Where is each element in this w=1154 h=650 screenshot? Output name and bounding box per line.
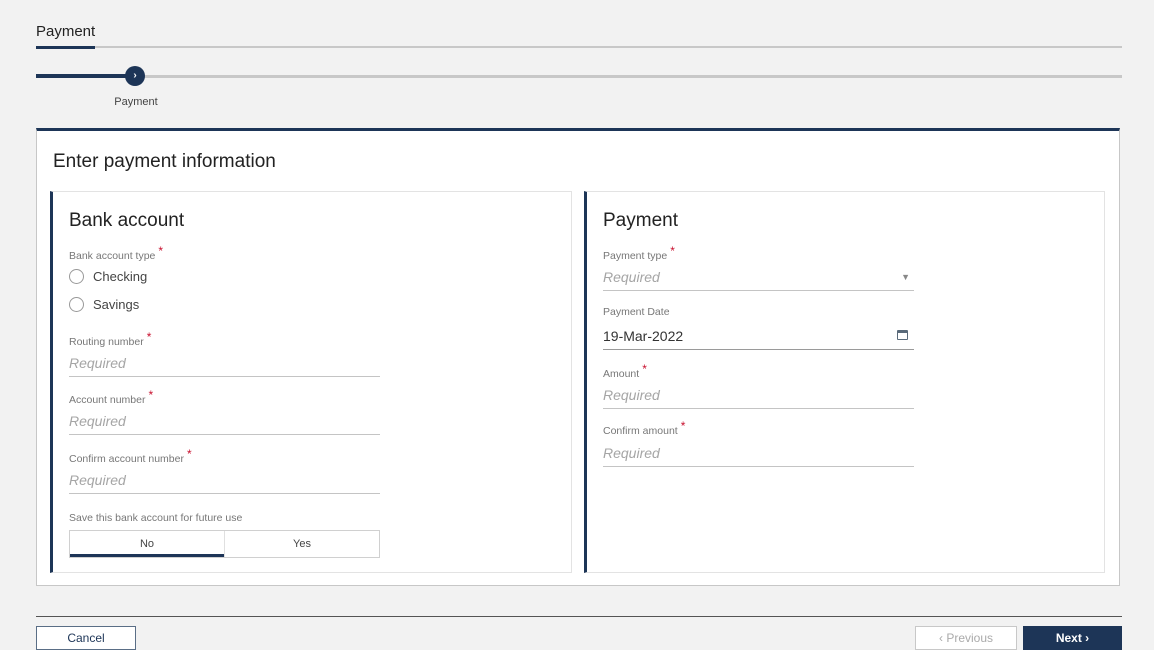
confirm-amount-label: Confirm amount *	[603, 419, 685, 437]
footer-divider	[36, 616, 1122, 617]
required-marker: *	[670, 244, 675, 258]
payment-type-value: Required	[603, 269, 660, 285]
amount-input[interactable]	[603, 382, 914, 409]
required-marker: *	[642, 362, 647, 376]
save-no-option[interactable]: No	[70, 531, 224, 557]
payment-type-select[interactable]: Required ▼	[603, 264, 914, 291]
card-title: Enter payment information	[53, 151, 276, 172]
required-marker: *	[158, 244, 164, 258]
amount-text: Amount	[603, 368, 640, 380]
payment-card: Enter payment information Bank account B…	[36, 128, 1120, 586]
bank-account-title: Bank account	[69, 210, 185, 231]
payment-date-label: Payment Date	[603, 306, 670, 318]
save-account-label: Save this bank account for future use	[69, 512, 243, 524]
bank-account-type-label: Bank account type *	[69, 244, 163, 262]
step-payment-node[interactable]: ›	[125, 66, 145, 86]
payment-title: Payment	[603, 210, 678, 231]
calendar-icon[interactable]	[897, 330, 908, 340]
amount-label: Amount *	[603, 362, 647, 380]
page-tabs: Payment	[36, 20, 1122, 49]
previous-button[interactable]: ‹ Previous	[915, 626, 1017, 650]
radio-circle-icon[interactable]	[69, 269, 84, 284]
required-marker: *	[680, 419, 686, 433]
confirm-amount-input[interactable]	[603, 440, 914, 467]
progress-stepper: › Payment	[36, 66, 1122, 116]
tab-payment[interactable]: Payment	[36, 23, 96, 49]
confirm-amount-text: Confirm amount	[603, 425, 678, 437]
account-number-label: Account number *	[69, 388, 153, 406]
next-button[interactable]: Next ›	[1023, 626, 1122, 650]
chevron-down-icon: ▼	[901, 272, 910, 282]
account-number-input[interactable]	[69, 408, 380, 435]
payment-type-label: Payment type *	[603, 244, 675, 262]
radio-savings-label: Savings	[93, 297, 140, 312]
confirm-account-number-label: Confirm account number *	[69, 447, 192, 465]
stepper-progress	[36, 74, 128, 78]
cancel-button[interactable]: Cancel	[36, 626, 136, 650]
required-marker: *	[148, 388, 154, 402]
step-payment-label: Payment	[114, 96, 158, 108]
radio-circle-icon[interactable]	[69, 297, 84, 312]
routing-number-label: Routing number *	[69, 330, 151, 348]
radio-savings[interactable]: Savings	[69, 297, 139, 312]
radio-checking[interactable]: Checking	[69, 269, 147, 284]
routing-number-text: Routing number	[69, 336, 144, 348]
required-marker: *	[146, 330, 152, 344]
required-marker: *	[186, 447, 192, 461]
bank-account-type-text: Bank account type	[69, 250, 156, 262]
routing-number-input[interactable]	[69, 350, 380, 377]
stepper-track	[36, 75, 1122, 78]
bank-account-panel: Bank account Bank account type * Checking…	[50, 191, 572, 573]
confirm-account-number-input[interactable]	[69, 467, 380, 494]
payment-date-field[interactable]: 19-Mar-2022	[603, 323, 914, 350]
payment-panel: Payment Payment type * Required ▼ Payment…	[584, 191, 1105, 573]
save-account-toggle: No Yes	[69, 530, 380, 558]
radio-checking-label: Checking	[93, 269, 148, 284]
save-yes-option[interactable]: Yes	[224, 531, 379, 557]
account-number-text: Account number	[69, 394, 146, 406]
confirm-account-number-text: Confirm account number	[69, 453, 184, 465]
payment-date-value: 19-Mar-2022	[603, 328, 684, 344]
payment-type-text: Payment type	[603, 250, 668, 262]
